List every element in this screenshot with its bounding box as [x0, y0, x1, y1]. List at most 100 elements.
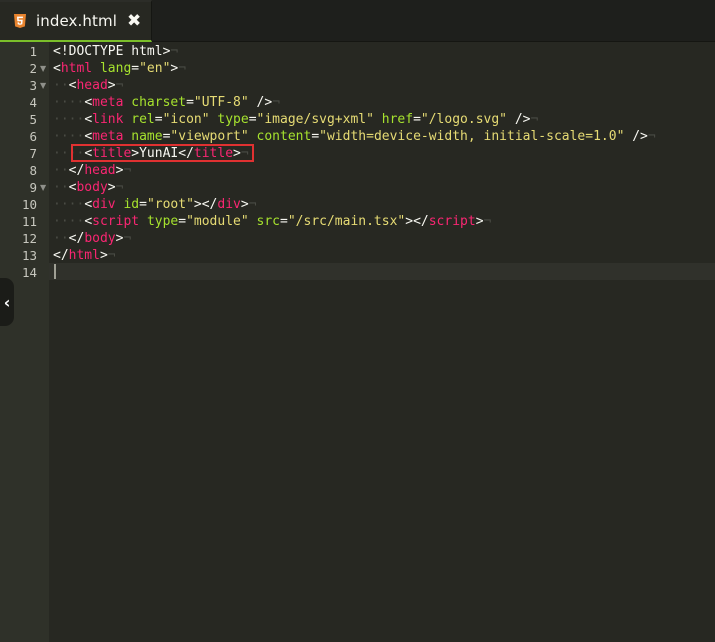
- code-token: =: [178, 214, 187, 229]
- code-token: ··: [53, 78, 69, 93]
- code-line[interactable]: 3 ▼ ··<head>¬: [0, 77, 715, 94]
- code-token: charset: [131, 95, 187, 110]
- code-token: meta: [92, 95, 124, 110]
- code-token: ¬: [248, 197, 257, 212]
- code-text: ····<meta charset="UTF-8" />¬: [53, 94, 280, 111]
- code-token: </: [53, 248, 69, 263]
- code-token: =: [186, 95, 194, 110]
- fold-arrow-icon[interactable]: ▼: [40, 179, 46, 196]
- code-token: />: [507, 112, 531, 127]
- code-token: =: [311, 129, 320, 144]
- code-token: link: [92, 112, 124, 127]
- code-token: <: [84, 112, 93, 127]
- code-token: =: [280, 214, 288, 229]
- fold-arrow-icon[interactable]: ▼: [40, 60, 46, 77]
- code-text: <!DOCTYPE html>¬: [53, 43, 178, 60]
- code-token: <: [53, 61, 61, 76]
- code-token: ¬: [107, 248, 116, 263]
- code-token: meta: [92, 129, 124, 144]
- code-text: ··<body>¬: [53, 179, 123, 196]
- code-token: ··: [53, 163, 69, 178]
- line-number: 11: [21, 214, 37, 229]
- fold-arrow-icon[interactable]: ▼: [40, 77, 46, 94]
- code-line[interactable]: 1 <!DOCTYPE html>¬: [0, 43, 715, 60]
- code-token: <!DOCTYPE html>: [53, 44, 171, 59]
- code-token: script: [428, 214, 476, 229]
- code-token: head: [76, 78, 108, 93]
- code-token: id: [123, 197, 140, 212]
- code-token: href: [381, 112, 414, 127]
- code-token: head: [84, 163, 116, 178]
- code-line[interactable]: 8 ··</head>¬: [0, 162, 715, 179]
- code-token: div: [92, 197, 116, 212]
- code-line[interactable]: 9 ▼ ··<body>¬: [0, 179, 715, 196]
- tab-index-html[interactable]: index.html ✖: [0, 0, 152, 42]
- code-token: =: [154, 112, 163, 127]
- close-icon[interactable]: ✖: [127, 12, 141, 30]
- code-token: >: [107, 180, 116, 195]
- code-line[interactable]: 12 ··</body>¬: [0, 230, 715, 247]
- code-token: ¬: [115, 78, 124, 93]
- code-line[interactable]: 2 ▼ <html lang="en">¬: [0, 60, 715, 77]
- code-token: rel: [131, 112, 155, 127]
- line-number: 9: [29, 180, 37, 195]
- line-number: 4: [29, 95, 37, 110]
- code-token: div: [217, 197, 241, 212]
- code-line[interactable]: 10 ····<div id="root"></div>¬: [0, 196, 715, 213]
- code-token: ··: [53, 180, 69, 195]
- code-token: =: [248, 112, 257, 127]
- code-token: ¬: [483, 214, 492, 229]
- code-text: <html lang="en">¬: [53, 60, 186, 77]
- code-token: =: [413, 112, 421, 127]
- code-line[interactable]: 11 ····<script type="module" src="/src/ma…: [0, 213, 715, 230]
- code-line[interactable]: 13 </html>¬: [0, 247, 715, 264]
- code-token: >: [240, 197, 249, 212]
- code-token: ····: [53, 95, 85, 110]
- code-token: ··: [53, 231, 69, 246]
- code-token: </: [68, 231, 85, 246]
- code-token: <: [84, 129, 93, 144]
- text-cursor: [54, 264, 56, 279]
- code-text: ····<div id="root"></div>¬: [53, 196, 257, 213]
- line-number: 1: [29, 44, 37, 59]
- chevron-left-icon: ‹: [3, 292, 11, 312]
- code-token: />: [624, 129, 648, 144]
- line-number: 10: [21, 197, 37, 212]
- code-token: ····: [53, 112, 85, 127]
- code-line[interactable]: 6 ····<meta name="viewport" content="widt…: [0, 128, 715, 145]
- code-token: ></: [193, 197, 218, 212]
- code-token: "/src/main.tsx": [287, 214, 406, 229]
- code-token: ¬: [530, 112, 539, 127]
- code-text: ··</body>¬: [53, 230, 131, 247]
- code-token: "/logo.svg": [420, 112, 507, 127]
- title-annotation-box: [71, 144, 254, 162]
- code-token: body: [76, 180, 108, 195]
- line-number: 2: [29, 61, 37, 76]
- code-line[interactable]: 5 ····<link rel="icon" type="image/svg+xm…: [0, 111, 715, 128]
- code-token: >: [475, 214, 484, 229]
- code-token: =: [139, 197, 147, 212]
- code-token: src: [256, 214, 281, 229]
- code-token: type: [146, 214, 179, 229]
- line-number: 3: [29, 78, 37, 93]
- code-token: name: [131, 129, 163, 144]
- code-token: >: [99, 248, 108, 263]
- code-token: ¬: [647, 129, 656, 144]
- code-line[interactable]: 4 ····<meta charset="UTF-8" />¬: [0, 94, 715, 111]
- code-token: lang: [99, 61, 132, 76]
- tab-bar: index.html ✖: [0, 0, 715, 42]
- code-text: ··</head>¬: [53, 162, 131, 179]
- code-line[interactable]: 14: [0, 264, 715, 281]
- sidebar-toggle-button[interactable]: ‹: [0, 278, 14, 326]
- code-token: ¬: [123, 163, 132, 178]
- code-token: content: [256, 129, 312, 144]
- code-token: script: [92, 214, 140, 229]
- line-number: 8: [29, 163, 37, 178]
- code-token: ¬: [123, 231, 132, 246]
- code-token: />: [248, 95, 273, 110]
